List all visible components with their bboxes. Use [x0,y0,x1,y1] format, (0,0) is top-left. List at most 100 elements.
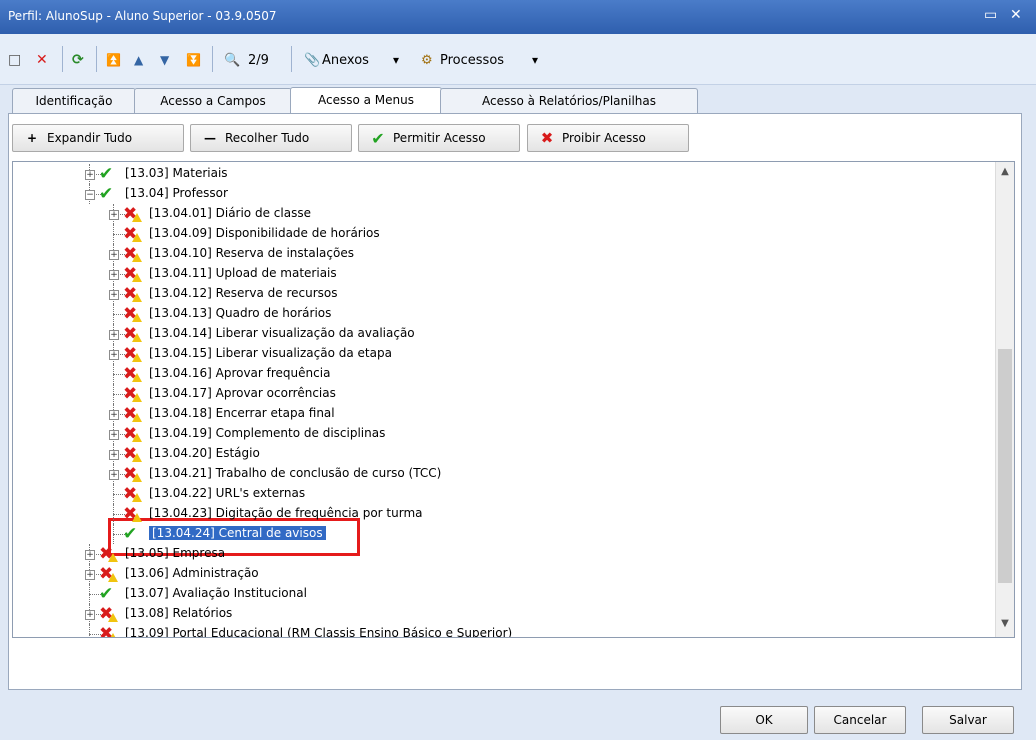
tree-row[interactable]: ✔ [13.07] Avaliação Institucional [13,584,973,604]
cancel-button[interactable]: Cancelar [814,706,906,734]
expander-icon[interactable]: + [109,250,119,260]
allow-access-button[interactable]: ✔ Permitir Acesso [358,124,520,152]
tree-item-label[interactable]: [13.04.10] Reserva de instalações [149,246,354,260]
processes-dropdown-icon[interactable]: ▾ [532,49,538,71]
next-record-icon[interactable]: ▼ [160,49,169,71]
processes-icon[interactable]: ⚙ [421,49,433,71]
restore-icon[interactable]: ▭ [984,7,997,23]
tree-row[interactable]: ✔ [13.04.24] Central de avisos [13,524,973,544]
tree-row[interactable]: + ✖ [13.04.14] Liberar visualização da ava… [13,324,973,344]
attachments-dropdown-icon[interactable]: ▾ [393,49,399,71]
tree-row[interactable]: ✖ [13.04.23] Digitação de frequência por … [13,504,973,524]
expander-icon[interactable]: + [109,410,119,420]
tree-row[interactable]: + ✖ [13.04.11] Upload de materiais [13,264,973,284]
tab-identificacao[interactable]: Identificação [12,88,136,113]
vertical-scrollbar[interactable]: ▲ ▼ [995,162,1014,637]
tree-row[interactable]: ✖ [13.04.16] Aprovar frequência [13,364,973,384]
tree-item-label[interactable]: [13.04.18] Encerrar etapa final [149,406,335,420]
scroll-down-icon[interactable]: ▼ [999,618,1011,629]
deny-access-button[interactable]: ✖ Proibir Acesso [527,124,689,152]
scroll-thumb[interactable] [998,349,1012,583]
scroll-up-icon[interactable]: ▲ [999,166,1011,177]
expander-icon[interactable]: + [109,290,119,300]
expander-icon[interactable]: + [109,270,119,280]
refresh-icon[interactable]: ⟳ [72,49,84,71]
expander-icon[interactable]: + [109,210,119,220]
tree-row[interactable]: + ✖ [13.04.10] Reserva de instalações [13,244,973,264]
close-icon[interactable]: ✕ [1010,7,1022,23]
tree-row[interactable]: ✖ [13.09] Portal Educacional (RM Classis … [13,624,973,637]
tree-item-label[interactable]: [13.04.12] Reserva de recursos [149,286,337,300]
tab-acesso-menus[interactable]: Acesso a Menus [290,87,442,115]
access-granted-icon: ✔ [99,164,114,184]
tree-item-label[interactable]: [13.04.24] Central de avisos [149,526,326,540]
tree-connector [113,304,114,324]
tree-item-label[interactable]: [13.04.19] Complemento de disciplinas [149,426,385,440]
tree-row[interactable]: ✖ [13.04.22] URL's externas [13,484,973,504]
tree-item-label[interactable]: [13.04.16] Aprovar frequência [149,366,330,380]
access-denied-icon: ✖ [123,325,143,343]
tree-row[interactable]: + ✖ [13.04.18] Encerrar etapa final [13,404,973,424]
tree-row[interactable]: + ✖ [13.04.19] Complemento de disciplinas [13,424,973,444]
tree-row[interactable]: + ✖ [13.04.20] Estágio [13,444,973,464]
menu-tree[interactable]: ▲ ▼ + ✔ [13.03] Materiais − ✔ [13.04] Profess… [12,161,1015,638]
expander-icon[interactable]: + [109,470,119,480]
tree-item-label[interactable]: [13.04.17] Aprovar ocorrências [149,386,336,400]
tree-row[interactable]: + ✖ [13.04.21] Trabalho de conclusão de cu… [13,464,973,484]
find-icon[interactable]: 🔍 [224,49,240,71]
tree-row[interactable]: + ✖ [13.06] Administração [13,564,973,584]
expander-icon[interactable]: + [109,450,119,460]
tree-row[interactable]: ✖ [13.04.09] Disponibilidade de horários [13,224,973,244]
expander-icon[interactable]: − [85,190,95,200]
expander-icon[interactable]: + [85,550,95,560]
tree-item-label[interactable]: [13.05] Empresa [125,546,225,560]
tree-row[interactable]: + ✖ [13.08] Relatórios [13,604,973,624]
expand-all-button[interactable]: + Expandir Tudo [12,124,184,152]
tree-item-label[interactable]: [13.06] Administração [125,566,259,580]
tree-row[interactable]: + ✖ [13.04.15] Liberar visualização da eta… [13,344,973,364]
expander-icon[interactable]: + [109,430,119,440]
access-denied-icon: ✖ [123,205,143,223]
expander-icon[interactable]: + [85,570,95,580]
tree-item-label[interactable]: [13.07] Avaliação Institucional [125,586,307,600]
tree-item-label[interactable]: [13.04] Professor [125,186,228,200]
new-record-icon[interactable]: □ [8,49,21,71]
attachments-button[interactable]: Anexos [322,49,369,71]
expander-icon[interactable]: + [85,610,95,620]
tree-item-label[interactable]: [13.04.15] Liberar visualização da etapa [149,346,392,360]
previous-record-icon[interactable]: ▲ [134,49,143,71]
expander-icon[interactable]: + [109,330,119,340]
attachments-icon[interactable]: 📎 [304,49,320,71]
tree-row[interactable]: ✖ [13.04.17] Aprovar ocorrências [13,384,973,404]
tree-item-label[interactable]: [13.04.14] Liberar visualização da avali… [149,326,415,340]
last-record-icon[interactable]: ⏬ [186,49,201,71]
tree-item-label[interactable]: [13.04.23] Digitação de frequência por t… [149,506,423,520]
minus-icon: — [204,131,216,145]
tab-acesso-relatorios[interactable]: Acesso à Relatórios/Planilhas [440,88,698,113]
tree-item-label[interactable]: [13.04.13] Quadro de horários [149,306,331,320]
tree-row[interactable]: ✖ [13.04.13] Quadro de horários [13,304,973,324]
collapse-all-button[interactable]: — Recolher Tudo [190,124,352,152]
processes-button[interactable]: Processos [440,49,504,71]
tree-item-label[interactable]: [13.09] Portal Educacional (RM Classis E… [125,626,512,637]
expander-icon[interactable]: + [85,170,95,180]
tree-row[interactable]: + ✖ [13.05] Empresa [13,544,973,564]
first-record-icon[interactable]: ⏫ [106,49,121,71]
tab-acesso-campos[interactable]: Acesso a Campos [134,88,292,113]
tree-row[interactable]: + ✖ [13.04.12] Reserva de recursos [13,284,973,304]
ok-button[interactable]: OK [720,706,808,734]
tree-item-label[interactable]: [13.04.20] Estágio [149,446,260,460]
tree-item-label[interactable]: [13.04.11] Upload de materiais [149,266,337,280]
tree-row[interactable]: − ✔ [13.04] Professor [13,184,973,204]
tree-item-label[interactable]: [13.04.09] Disponibilidade de horários [149,226,380,240]
tree-row[interactable]: + ✔ [13.03] Materiais [13,164,973,184]
tree-row[interactable]: + ✖ [13.04.01] Diário de classe [13,204,973,224]
tree-item-label[interactable]: [13.04.01] Diário de classe [149,206,311,220]
tree-item-label[interactable]: [13.04.21] Trabalho de conclusão de curs… [149,466,441,480]
save-button[interactable]: Salvar [922,706,1014,734]
delete-icon[interactable]: ✕ [36,49,48,71]
tree-item-label[interactable]: [13.04.22] URL's externas [149,486,305,500]
expander-icon[interactable]: + [109,350,119,360]
tree-item-label[interactable]: [13.03] Materiais [125,166,228,180]
tree-item-label[interactable]: [13.08] Relatórios [125,606,232,620]
